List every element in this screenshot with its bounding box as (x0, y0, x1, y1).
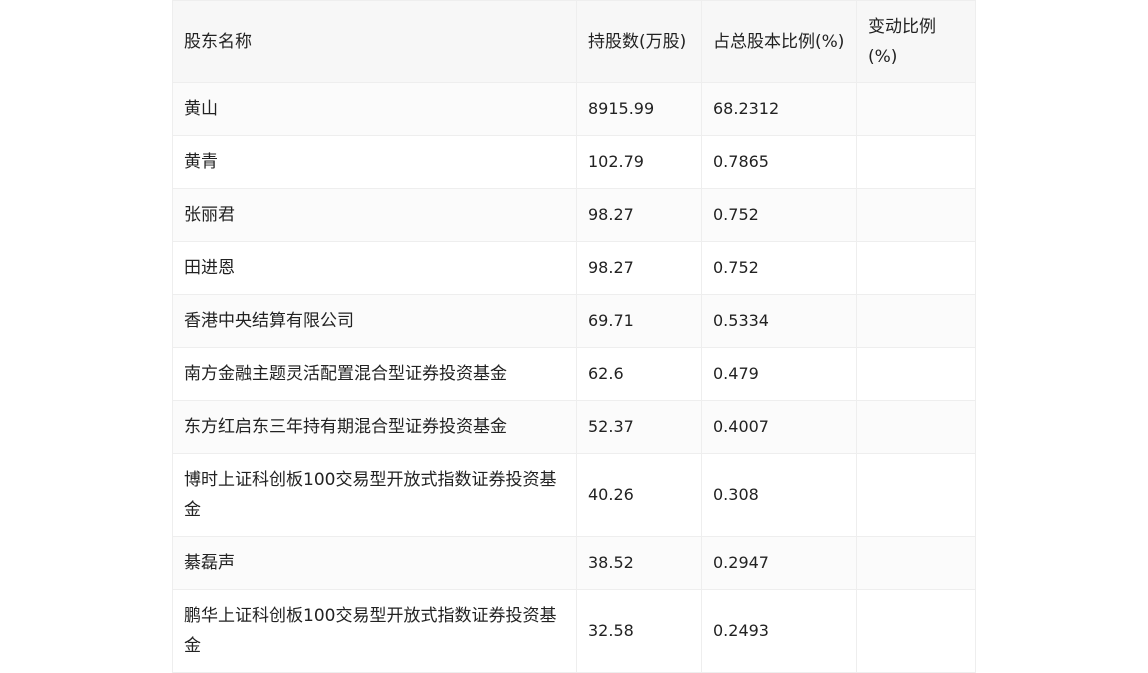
cell-change (856, 589, 976, 673)
cell-name: 鹏华上证科创板100交易型开放式指数证券投资基金 (172, 589, 577, 673)
table-row: 鹏华上证科创板100交易型开放式指数证券投资基金 32.58 0.2493 (172, 589, 976, 673)
cell-ratio: 0.2493 (701, 589, 857, 673)
cell-shares: 98.27 (576, 241, 702, 295)
table-row: 东方红启东三年持有期混合型证券投资基金 52.37 0.4007 (172, 400, 976, 454)
cell-ratio: 0.7865 (701, 135, 857, 189)
cell-change (856, 294, 976, 348)
cell-name: 黄青 (172, 135, 577, 189)
cell-change (856, 453, 976, 537)
cell-name: 綦磊声 (172, 536, 577, 590)
table-row: 博时上证科创板100交易型开放式指数证券投资基金 40.26 0.308 (172, 453, 976, 537)
cell-change (856, 188, 976, 242)
cell-name: 东方红启东三年持有期混合型证券投资基金 (172, 400, 577, 454)
header-shares-held: 持股数(万股) (576, 0, 702, 83)
cell-ratio: 0.4007 (701, 400, 857, 454)
cell-change (856, 536, 976, 590)
table-row: 张丽君 98.27 0.752 (172, 188, 976, 242)
cell-ratio: 0.308 (701, 453, 857, 537)
cell-shares: 38.52 (576, 536, 702, 590)
cell-shares: 69.71 (576, 294, 702, 348)
header-change-ratio: 变动比例(%) (856, 0, 976, 83)
header-share-ratio: 占总股本比例(%) (701, 0, 857, 83)
table-row: 綦磊声 38.52 0.2947 (172, 536, 976, 590)
table-header-row: 股东名称 持股数(万股) 占总股本比例(%) 变动比例(%) (172, 0, 976, 83)
cell-change (856, 82, 976, 136)
cell-ratio: 0.752 (701, 188, 857, 242)
cell-change (856, 400, 976, 454)
shareholder-table-container: 股东名称 持股数(万股) 占总股本比例(%) 变动比例(%) 黄山 8915.9… (172, 0, 976, 673)
cell-shares: 62.6 (576, 347, 702, 401)
cell-shares: 8915.99 (576, 82, 702, 136)
cell-ratio: 0.479 (701, 347, 857, 401)
cell-shares: 40.26 (576, 453, 702, 537)
table-row: 黄青 102.79 0.7865 (172, 135, 976, 189)
cell-change (856, 241, 976, 295)
cell-change (856, 135, 976, 189)
cell-ratio: 0.2947 (701, 536, 857, 590)
cell-shares: 102.79 (576, 135, 702, 189)
cell-shares: 52.37 (576, 400, 702, 454)
table-row: 香港中央结算有限公司 69.71 0.5334 (172, 294, 976, 348)
shareholder-table: 股东名称 持股数(万股) 占总股本比例(%) 变动比例(%) 黄山 8915.9… (172, 0, 976, 673)
cell-shares: 98.27 (576, 188, 702, 242)
cell-name: 南方金融主题灵活配置混合型证券投资基金 (172, 347, 577, 401)
cell-ratio: 0.752 (701, 241, 857, 295)
cell-shares: 32.58 (576, 589, 702, 673)
cell-change (856, 347, 976, 401)
header-shareholder-name: 股东名称 (172, 0, 577, 83)
table-row: 黄山 8915.99 68.2312 (172, 82, 976, 136)
cell-name: 黄山 (172, 82, 577, 136)
cell-ratio: 68.2312 (701, 82, 857, 136)
table-row: 田进恩 98.27 0.752 (172, 241, 976, 295)
cell-name: 香港中央结算有限公司 (172, 294, 577, 348)
cell-name: 田进恩 (172, 241, 577, 295)
cell-ratio: 0.5334 (701, 294, 857, 348)
cell-name: 张丽君 (172, 188, 577, 242)
table-row: 南方金融主题灵活配置混合型证券投资基金 62.6 0.479 (172, 347, 976, 401)
cell-name: 博时上证科创板100交易型开放式指数证券投资基金 (172, 453, 577, 537)
